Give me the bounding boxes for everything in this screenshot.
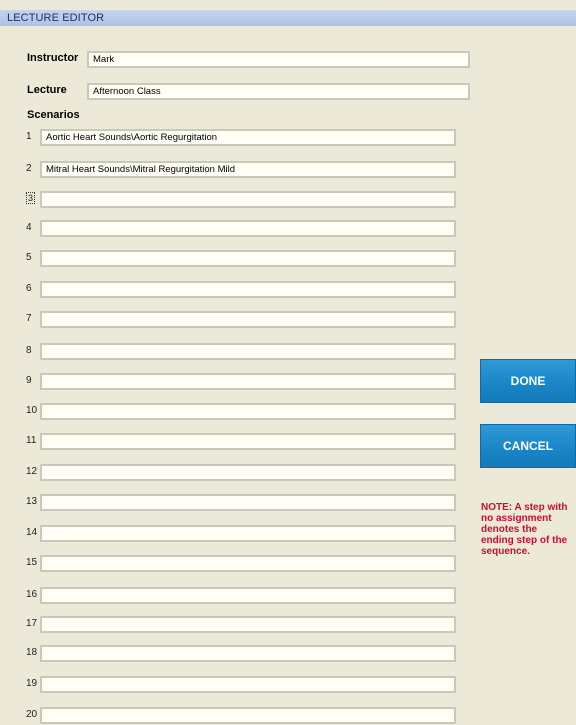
scenario-field-3[interactable] (40, 191, 456, 208)
scenario-number-7: 7 (26, 313, 32, 324)
scenario-number-6: 6 (26, 283, 32, 294)
scenario-field-16[interactable] (40, 587, 456, 604)
scenario-field-11[interactable] (40, 433, 456, 450)
scenario-number-16: 16 (26, 589, 38, 600)
scenario-field-12[interactable] (40, 464, 456, 481)
scenario-field-10[interactable] (40, 403, 456, 420)
scenario-field-20[interactable] (40, 707, 456, 724)
scenario-field-17[interactable] (40, 616, 456, 633)
cancel-button[interactable]: CANCEL (480, 424, 576, 468)
scenario-field-7[interactable] (40, 311, 456, 328)
scenarios-label: Scenarios (27, 109, 80, 121)
scenario-number-12: 12 (26, 466, 38, 477)
scenario-field-1[interactable]: Aortic Heart Sounds\Aortic Regurgitation (40, 129, 456, 146)
scenario-number-8: 8 (26, 345, 32, 356)
scenario-number-4: 4 (26, 222, 32, 233)
scenario-number-5: 5 (26, 252, 32, 263)
scenario-number-14: 14 (26, 527, 38, 538)
lecture-field[interactable]: Afternoon Class (87, 83, 470, 100)
scenario-field-13[interactable] (40, 494, 456, 511)
scenario-number-2: 2 (26, 163, 32, 174)
scenario-number-19: 19 (26, 678, 38, 689)
scenario-number-20: 20 (26, 709, 38, 720)
scenario-number-9: 9 (26, 375, 32, 386)
scenario-number-17: 17 (26, 618, 38, 629)
scenario-field-19[interactable] (40, 676, 456, 693)
scenario-number-13: 13 (26, 496, 38, 507)
note-text: NOTE: A step with no assignment denotes … (481, 502, 568, 557)
done-button[interactable]: DONE (480, 359, 576, 403)
scenario-field-8[interactable] (40, 343, 456, 360)
instructor-label: Instructor (27, 52, 79, 64)
scenario-field-5[interactable] (40, 250, 456, 267)
window-title: LECTURE EDITOR (0, 10, 576, 26)
lecture-label: Lecture (27, 84, 67, 96)
scenario-number-18: 18 (26, 647, 38, 658)
instructor-field[interactable]: Mark (87, 51, 470, 68)
scenario-number-3: 3 (25, 192, 36, 204)
scenario-number-15: 15 (26, 557, 38, 568)
scenario-field-9[interactable] (40, 373, 456, 390)
scenario-field-15[interactable] (40, 555, 456, 572)
scenario-number-1: 1 (26, 131, 32, 142)
scenario-field-2[interactable]: Mitral Heart Sounds\Mitral Regurgitation… (40, 161, 456, 178)
scenario-field-14[interactable] (40, 525, 456, 542)
scenario-number-10: 10 (26, 405, 38, 416)
scenario-field-18[interactable] (40, 645, 456, 662)
scenario-field-6[interactable] (40, 281, 456, 298)
scenario-number-11: 11 (26, 435, 37, 446)
scenario-field-4[interactable] (40, 220, 456, 237)
